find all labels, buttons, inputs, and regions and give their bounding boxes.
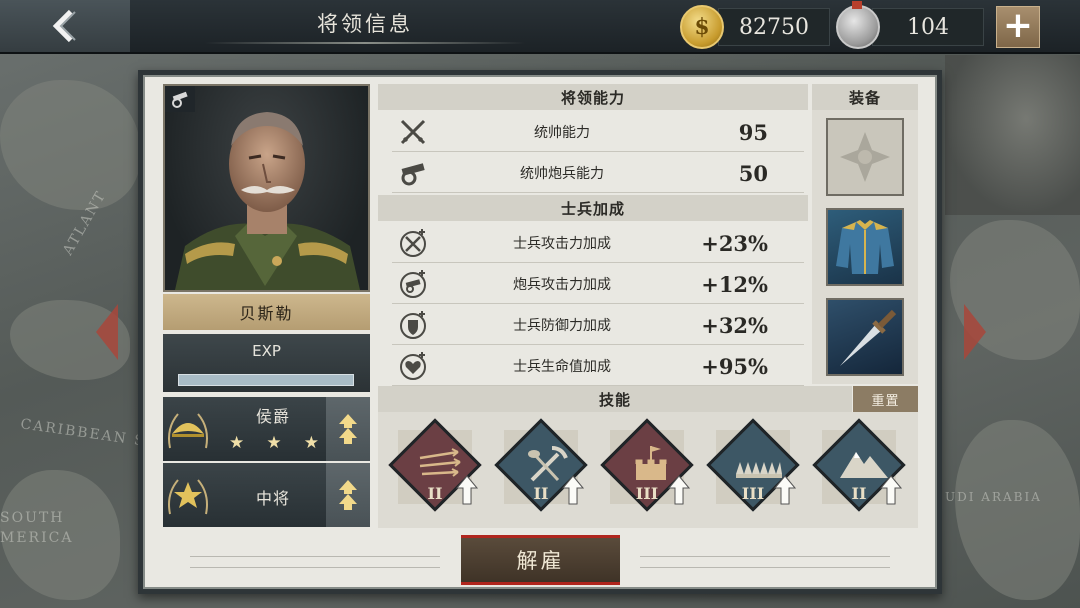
attack-plus-icon [398, 229, 428, 257]
exp-label: EXP [252, 342, 281, 360]
screen-title: 将领信息 [317, 12, 413, 36]
stat-label: 士兵攻击力加成 [513, 236, 611, 252]
top-bar: 将领信息 82750 $ 104 + [0, 0, 1080, 54]
footer-decoration-right [640, 556, 890, 568]
skill-slot-3[interactable]: III [600, 418, 702, 520]
heart-plus-icon [398, 352, 428, 380]
map-label-caribbean: CARIBBEAN S [19, 416, 147, 450]
footer-decoration-left [190, 556, 440, 568]
stat-label: 统帅能力 [534, 125, 590, 141]
skill-level: III [741, 484, 765, 503]
map-label-arabia: UDI ARABIA [945, 490, 1042, 504]
skill-upgrade-arrow-icon [880, 475, 902, 505]
star-icon: ★ [229, 433, 245, 453]
military-rank-label: 中将 [255, 489, 290, 508]
cannon-class-icon [165, 86, 195, 112]
upgrade-rank-button[interactable] [326, 463, 370, 527]
skill-level: II [851, 484, 867, 503]
stat-row-command: 统帅能力 95 [392, 112, 804, 152]
star-icon: ★ [266, 433, 282, 453]
bonuses-header: 士兵加成 [378, 195, 808, 221]
medal-amount: 104 [872, 8, 984, 46]
star-icon: ★ [303, 433, 319, 453]
stat-value: +23% [701, 230, 768, 256]
map-label-america: MERICA [0, 530, 74, 546]
stat-row-defense-bonus: 士兵防御力加成 +32% [392, 305, 804, 345]
uniform-coat-icon [836, 220, 894, 274]
exp-box: EXP [163, 334, 370, 392]
skill-upgrade-arrow-icon [562, 475, 584, 505]
stat-row-artillery-command: 统帅炮兵能力 50 [392, 153, 804, 193]
skills-header: 技能 [378, 386, 852, 412]
double-up-arrow-icon [339, 480, 357, 510]
abilities-header: 将领能力 [378, 84, 808, 110]
gold-coin-icon: $ [680, 5, 724, 49]
back-arrow-icon [52, 9, 76, 43]
add-currency-button[interactable]: + [996, 6, 1040, 48]
military-rank-row: 中将 [163, 463, 370, 527]
skill-slot-2[interactable]: II [494, 418, 596, 520]
dismiss-general-button[interactable]: 解雇 [461, 535, 620, 585]
upgrade-title-button[interactable] [326, 397, 370, 461]
stat-value: 95 [738, 119, 768, 145]
general-name: 贝斯勒 [163, 294, 370, 330]
stat-value: 50 [738, 160, 768, 186]
skill-upgrade-arrow-icon [774, 475, 796, 505]
exp-progress-bar [178, 374, 354, 386]
skill-level: III [635, 484, 659, 503]
skill-slot-1[interactable]: II [388, 418, 490, 520]
crossed-swords-icon [398, 118, 428, 146]
skill-level: II [427, 484, 443, 503]
gold-amount: 82750 [718, 8, 830, 46]
medal-cross-icon [840, 132, 890, 182]
stat-row-artillery-bonus: 炮兵攻击力加成 +12% [392, 264, 804, 304]
back-button[interactable] [0, 0, 130, 52]
stat-row-health-bonus: 士兵生命值加成 +95% [392, 346, 804, 386]
noble-title-label: 侯爵 [255, 407, 290, 426]
skill-upgrade-arrow-icon [456, 475, 478, 505]
skill-slot-5[interactable]: II [812, 418, 914, 520]
cavalry-scene-art [945, 55, 1080, 215]
star-laurel-icon [163, 463, 213, 527]
equipment-header: 装备 [812, 84, 918, 110]
dagger-icon [840, 309, 897, 366]
noble-title-row: 侯爵 ★ ★ ★ [163, 397, 370, 461]
equipment-slot-weapon[interactable] [826, 298, 904, 376]
general-portrait-art [175, 112, 360, 290]
stat-label: 士兵防御力加成 [513, 318, 611, 334]
equipment-slot-uniform[interactable] [826, 208, 904, 286]
stat-value: +12% [701, 271, 768, 297]
title-underline [205, 42, 525, 44]
medal-icon [836, 1, 880, 49]
cannon-icon [398, 159, 428, 187]
reset-skills-button[interactable]: 重置 [853, 386, 918, 412]
stat-label: 炮兵攻击力加成 [513, 277, 611, 293]
skill-upgrade-arrow-icon [668, 475, 690, 505]
stat-label: 统帅炮兵能力 [520, 166, 604, 182]
bicorne-hat-laurel-icon [163, 397, 213, 461]
map-label-south: SOUTH [0, 510, 65, 526]
equipment-slot-medal[interactable] [826, 118, 904, 196]
stat-label: 士兵生命值加成 [513, 359, 611, 375]
skill-level: II [533, 484, 549, 503]
shield-plus-icon [398, 311, 428, 339]
artillery-plus-icon [398, 270, 428, 298]
title-stars: ★ ★ ★ [229, 433, 319, 453]
stat-value: +32% [701, 312, 768, 338]
next-general-arrow-icon[interactable] [962, 302, 990, 362]
general-portrait [163, 84, 370, 292]
stat-value: +95% [701, 353, 768, 379]
stat-row-attack-bonus: 士兵攻击力加成 +23% [392, 223, 804, 263]
previous-general-arrow-icon[interactable] [92, 302, 120, 362]
skill-slot-4[interactable]: III [706, 418, 808, 520]
double-up-arrow-icon [339, 414, 357, 444]
